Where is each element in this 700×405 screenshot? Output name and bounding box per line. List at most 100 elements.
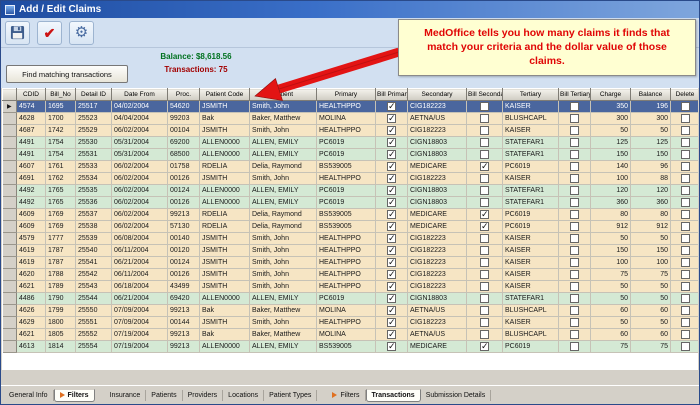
cell-bill-secondary[interactable] [467, 185, 503, 197]
cell-date-from[interactable]: 07/09/2004 [112, 305, 168, 317]
row-selector[interactable] [3, 161, 17, 173]
cell-date-from[interactable]: 06/02/2004 [112, 197, 168, 209]
cell-balance[interactable]: 360 [631, 197, 671, 209]
cell-cdid[interactable]: 4628 [17, 113, 46, 125]
cell-patient-code[interactable]: JSMITH [200, 125, 250, 137]
cell-primary[interactable]: BS539005 [317, 341, 376, 353]
cell-primary[interactable]: PC6019 [317, 185, 376, 197]
tab-locations[interactable]: Locations [223, 390, 264, 401]
tab-general-info[interactable]: General Info [4, 390, 54, 401]
bill-secondary-checkbox[interactable] [480, 270, 489, 279]
column-header-tertiary[interactable]: Tertiary [503, 89, 559, 101]
tab-insurance[interactable]: Insurance [105, 390, 147, 401]
cell-bill-tertiary[interactable] [559, 257, 591, 269]
claim-row[interactable]: 461917872554106/21/200400124JSMITHSmith,… [3, 257, 699, 269]
cell-delete[interactable] [671, 233, 699, 245]
cell-charge[interactable]: 50 [591, 281, 631, 293]
tab-providers[interactable]: Providers [183, 390, 224, 401]
cell-bill-primary[interactable] [376, 173, 408, 185]
cell-secondary[interactable]: CIG182223 [408, 125, 467, 137]
cell-charge[interactable]: 120 [591, 185, 631, 197]
cell-proc[interactable]: 99213 [168, 305, 200, 317]
tab-filters[interactable]: Filters [327, 390, 365, 401]
cell-detail-id[interactable]: 25517 [76, 101, 112, 113]
cell-charge[interactable]: 300 [591, 113, 631, 125]
cell-bill-secondary[interactable] [467, 245, 503, 257]
claim-row[interactable]: 461917872554006/11/200400120JSMITHSmith,… [3, 245, 699, 257]
cell-detail-id[interactable]: 25538 [76, 221, 112, 233]
cell-bill-primary[interactable] [376, 185, 408, 197]
cell-patient-code[interactable]: RDELIA [200, 221, 250, 233]
cell-bill-secondary[interactable] [467, 305, 503, 317]
cell-bill-secondary[interactable] [467, 317, 503, 329]
cell-primary[interactable]: PC6019 [317, 293, 376, 305]
cell-date-from[interactable]: 06/11/2004 [112, 245, 168, 257]
bill-primary-checkbox[interactable] [387, 270, 396, 279]
bill-secondary-checkbox[interactable] [480, 318, 489, 327]
row-selector[interactable] [3, 293, 17, 305]
cell-patient-code[interactable]: JSMITH [200, 173, 250, 185]
cell-bill-secondary[interactable] [467, 149, 503, 161]
cell-proc[interactable]: 00126 [168, 173, 200, 185]
cell-bill-tertiary[interactable] [559, 161, 591, 173]
cell-patient-code[interactable]: JSMITH [200, 245, 250, 257]
bill-tertiary-checkbox[interactable] [570, 330, 579, 339]
bill-primary-checkbox[interactable] [387, 342, 396, 351]
cell-bill-no[interactable]: 1742 [46, 125, 76, 137]
cell-bill-tertiary[interactable] [559, 281, 591, 293]
column-header-patient-code[interactable]: Patient Code [200, 89, 250, 101]
cell-bill-no[interactable]: 1762 [46, 173, 76, 185]
claim-row[interactable]: 460917692553706/02/200499213RDELIADelia,… [3, 209, 699, 221]
bill-secondary-checkbox[interactable] [480, 246, 489, 255]
cell-secondary[interactable]: MEDICARE [408, 161, 467, 173]
cell-secondary[interactable]: MEDICARE [408, 209, 467, 221]
bill-tertiary-checkbox[interactable] [570, 294, 579, 303]
cell-secondary[interactable]: CIG182223 [408, 101, 467, 113]
cell-delete[interactable] [671, 197, 699, 209]
cell-patient[interactable]: Baker, Matthew [250, 305, 317, 317]
cell-bill-secondary[interactable] [467, 341, 503, 353]
bill-secondary-checkbox[interactable] [480, 102, 489, 111]
bill-secondary-checkbox[interactable] [480, 306, 489, 315]
cell-charge[interactable]: 75 [591, 269, 631, 281]
cell-proc[interactable]: 68500 [168, 149, 200, 161]
bill-secondary-checkbox[interactable] [480, 258, 489, 267]
cell-proc[interactable]: 69200 [168, 137, 200, 149]
cell-charge[interactable]: 360 [591, 197, 631, 209]
cell-bill-secondary[interactable] [467, 137, 503, 149]
row-selector[interactable] [3, 341, 17, 353]
bill-primary-checkbox[interactable] [387, 234, 396, 243]
bill-secondary-checkbox[interactable] [480, 330, 489, 339]
cell-secondary[interactable]: MEDICARE [408, 341, 467, 353]
bill-primary-checkbox[interactable] [387, 174, 396, 183]
cell-cdid[interactable]: 4486 [17, 293, 46, 305]
delete-checkbox[interactable] [681, 150, 690, 159]
cell-primary[interactable]: HEALTHPPO [317, 281, 376, 293]
column-header-secondary[interactable]: Secondary [408, 89, 467, 101]
cell-bill-primary[interactable] [376, 197, 408, 209]
claim-row[interactable]: 469117622553406/02/200400126JSMITHSmith,… [3, 173, 699, 185]
cell-balance[interactable]: 50 [631, 281, 671, 293]
cell-primary[interactable]: HEALTHPPO [317, 173, 376, 185]
cell-primary[interactable]: PC6019 [317, 149, 376, 161]
row-selector[interactable] [3, 281, 17, 293]
delete-checkbox[interactable] [681, 114, 690, 123]
cell-bill-primary[interactable] [376, 257, 408, 269]
cell-charge[interactable]: 125 [591, 137, 631, 149]
row-selector[interactable] [3, 137, 17, 149]
cell-patient[interactable]: Baker, Matthew [250, 113, 317, 125]
bill-primary-checkbox[interactable] [387, 138, 396, 147]
cell-charge[interactable]: 350 [591, 101, 631, 113]
cell-secondary[interactable]: CIG182223 [408, 233, 467, 245]
cell-cdid[interactable]: 4691 [17, 173, 46, 185]
claim-row[interactable]: 468717422552906/02/200400104JSMITHSmith,… [3, 125, 699, 137]
cell-balance[interactable]: 75 [631, 341, 671, 353]
cell-bill-tertiary[interactable] [559, 197, 591, 209]
cell-charge[interactable]: 50 [591, 293, 631, 305]
cell-date-from[interactable]: 07/19/2004 [112, 329, 168, 341]
cell-balance[interactable]: 150 [631, 245, 671, 257]
bill-tertiary-checkbox[interactable] [570, 318, 579, 327]
cell-delete[interactable] [671, 137, 699, 149]
cell-date-from[interactable]: 06/11/2004 [112, 269, 168, 281]
cell-proc[interactable]: 54620 [168, 101, 200, 113]
